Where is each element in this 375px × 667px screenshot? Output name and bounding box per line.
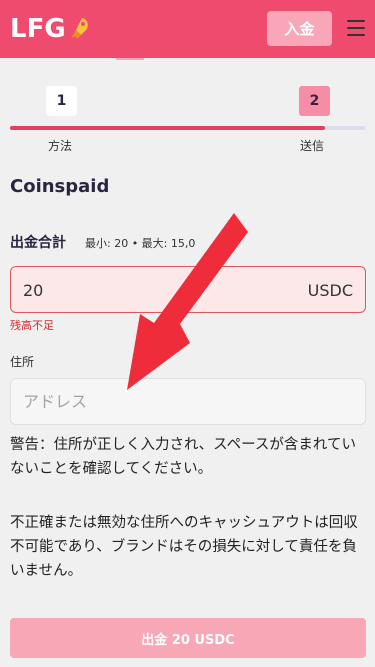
- hamburger-menu-icon[interactable]: [347, 20, 365, 36]
- loss-disclaimer: 不正確または無効な住所へのキャッシュアウトは回収不可能であり、ブランドはその損失…: [10, 515, 358, 579]
- rocket-icon: [70, 18, 88, 39]
- amount-label: 出金合計: [10, 235, 66, 251]
- step-progress-fill: [10, 126, 326, 130]
- logo-text: LFG: [10, 14, 66, 44]
- step-progress-track: [10, 126, 366, 130]
- address-label: 住所: [10, 355, 35, 369]
- amount-currency: USDC: [307, 281, 353, 300]
- page-title: Coinspaid: [10, 176, 110, 197]
- app-header: LFG 入金: [0, 0, 375, 58]
- address-warning: 警告：住所が正しく入力され、スペースが含まれていないことを確認してください。: [10, 437, 356, 477]
- step-2-label: 送信: [300, 139, 325, 153]
- amount-value: 20: [23, 281, 44, 300]
- withdraw-submit-button[interactable]: 出金 20 USDC: [10, 618, 366, 658]
- deposit-button[interactable]: 入金: [267, 11, 332, 46]
- amount-error-message: 残高不足: [10, 319, 54, 332]
- step-2-indicator: 2: [299, 86, 330, 116]
- step-1-label: 方法: [48, 139, 73, 153]
- logo[interactable]: LFG: [10, 14, 90, 44]
- amount-input[interactable]: 20 USDC: [10, 266, 366, 313]
- step-1-indicator: 1: [46, 86, 77, 116]
- scroll-indicator: [116, 58, 144, 60]
- amount-limits: 最小: 20 • 最大: 15,0: [85, 237, 196, 250]
- address-input[interactable]: [10, 378, 366, 425]
